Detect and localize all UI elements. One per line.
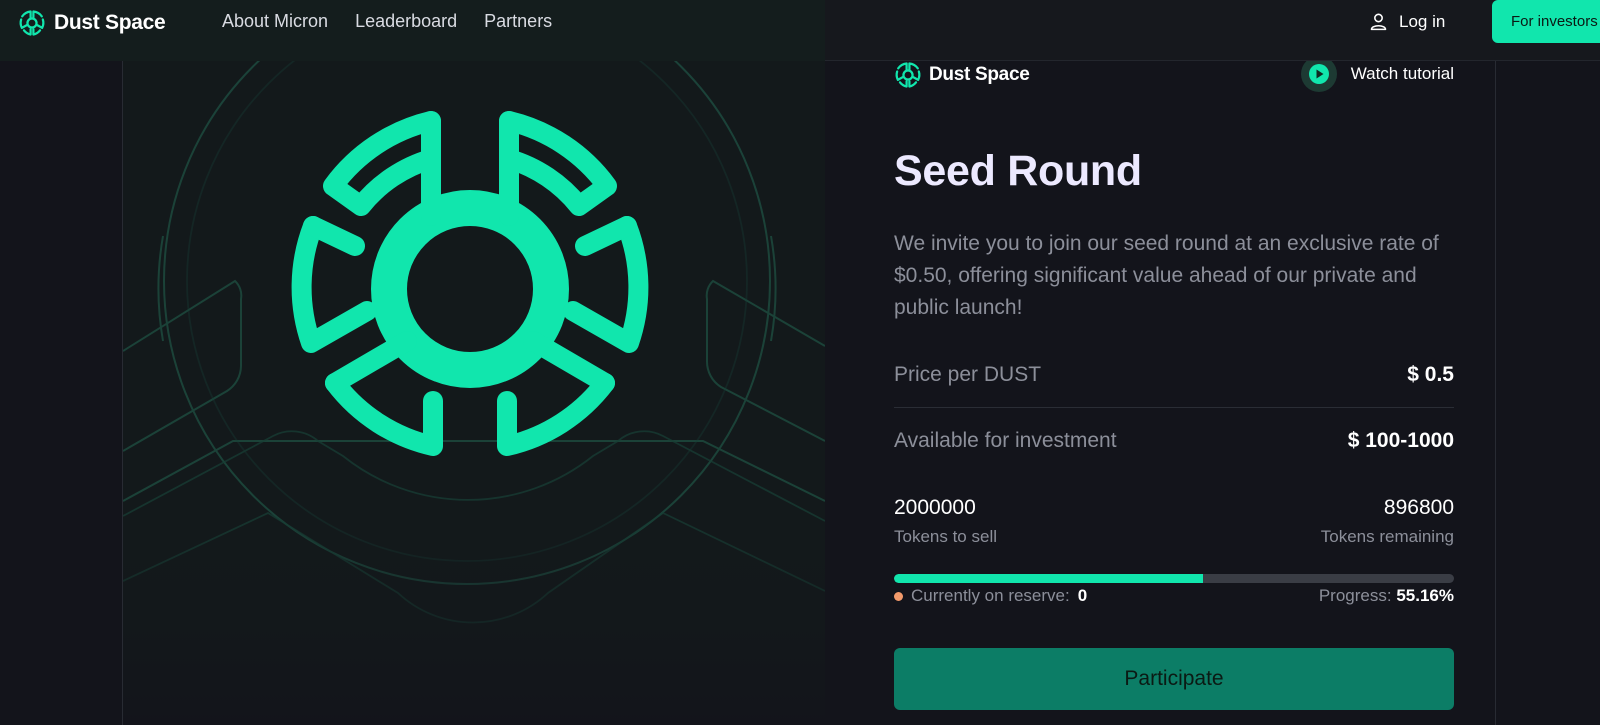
user-icon xyxy=(1370,13,1387,31)
panel-brand-name: Dust Space xyxy=(929,64,1030,85)
panel-brand: Dust Space xyxy=(894,61,1030,89)
nav-partners[interactable]: Partners xyxy=(484,11,552,32)
right-frame-line xyxy=(1495,61,1496,725)
progress-bar xyxy=(894,574,1454,583)
watch-tutorial-label: Watch tutorial xyxy=(1350,64,1454,83)
row-divider xyxy=(894,407,1454,408)
progress-value: 55.16% xyxy=(1396,586,1454,605)
page-title: Seed Round xyxy=(894,147,1142,195)
tokens-remaining-value: 896800 xyxy=(1383,496,1454,519)
tokens-to-sell-value: 2000000 xyxy=(894,496,976,519)
available-label: Available for investment xyxy=(894,429,1117,452)
available-value: $ 100-1000 xyxy=(1347,429,1454,452)
progress-bar-fill xyxy=(894,574,1203,583)
tokens-remaining-label: Tokens remaining xyxy=(1320,527,1454,546)
participate-button[interactable]: Participate xyxy=(894,648,1454,710)
login-label: Log in xyxy=(1399,11,1446,31)
dust-space-logo-icon xyxy=(895,62,921,88)
progress-label: Progress: xyxy=(1318,586,1392,605)
seed-round-description: We invite you to join our seed round at … xyxy=(894,232,1439,319)
hero-artwork xyxy=(123,61,825,725)
dust-space-logo-icon xyxy=(19,10,45,36)
available-row: Available for investment $ 100-1000 xyxy=(894,425,1454,457)
reserve-value: 0 xyxy=(1077,586,1088,605)
price-label: Price per DUST xyxy=(894,363,1042,386)
progress-status: Progress: 55.16% xyxy=(1319,586,1454,606)
hero-artwork-svg xyxy=(123,61,825,725)
reserve-status-dot xyxy=(894,591,903,601)
nav-about-micron[interactable]: About Micron xyxy=(222,11,328,32)
tokens-to-sell-label: Tokens to sell xyxy=(894,527,997,546)
reserve-label: Currently on reserve: xyxy=(911,586,1070,605)
brand-logo-link[interactable]: Dust Space xyxy=(18,8,166,38)
reserve-status: Currently on reserve: 0 xyxy=(894,586,1087,606)
play-icon xyxy=(1300,56,1337,92)
for-investors-button[interactable]: For investors xyxy=(1492,0,1600,43)
brand-name: Dust Space xyxy=(54,11,166,34)
nav-leaderboard[interactable]: Leaderboard xyxy=(355,11,457,32)
seed-round-panel: Dust Space Watch tutorial Seed Round We … xyxy=(894,56,1454,725)
watch-tutorial-button[interactable]: Watch tutorial xyxy=(1300,56,1454,92)
login-button[interactable]: Log in xyxy=(1368,11,1445,32)
main-nav: About Micron Leaderboard Partners xyxy=(222,11,552,32)
top-nav-bar: Dust Space About Micron Leaderboard Part… xyxy=(0,0,1600,61)
price-value: $ 0.5 xyxy=(1407,363,1454,386)
price-row: Price per DUST $ 0.5 xyxy=(894,359,1454,391)
